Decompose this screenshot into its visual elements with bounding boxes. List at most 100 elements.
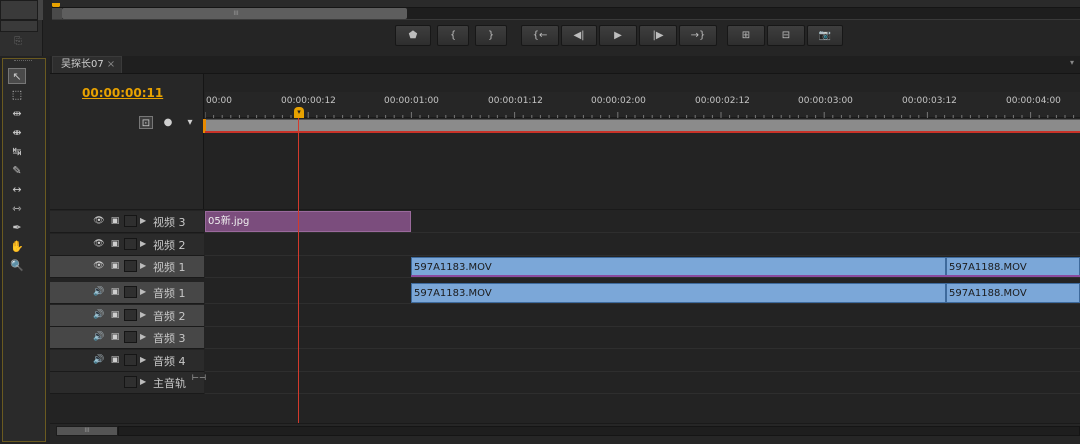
- track-lock-toggle[interactable]: [124, 354, 137, 366]
- ruler-label: 00:00:04:00: [1006, 96, 1061, 106]
- pen-tool[interactable]: ✒: [8, 220, 26, 236]
- scrollbar-left-handle[interactable]: [52, 8, 62, 19]
- slide-tool[interactable]: ⇿: [8, 201, 26, 217]
- ruler-label: 00:00: [206, 96, 232, 106]
- panel-grip[interactable]: [14, 60, 32, 63]
- step-back-button[interactable]: ◀|: [561, 25, 597, 46]
- ruler-label: 00:00:00:12: [281, 96, 336, 106]
- speaker-icon[interactable]: 🔊: [92, 332, 106, 342]
- master-output-icon[interactable]: ⊢⊣: [192, 373, 206, 382]
- expand-triangle-icon[interactable]: ▶: [140, 355, 148, 364]
- selection-tool[interactable]: ↖: [8, 68, 26, 84]
- set-marker-icon[interactable]: ▾: [183, 116, 197, 129]
- ripple-edit-tool[interactable]: ⇹: [8, 106, 26, 122]
- play-stop-button[interactable]: ▶: [599, 25, 637, 46]
- track-select-tool[interactable]: ⬚: [8, 87, 26, 103]
- clip-still-image[interactable]: 05新.jpg: [205, 211, 411, 232]
- playhead-icon[interactable]: ▾: [294, 107, 304, 118]
- track-lock-toggle[interactable]: [124, 260, 137, 272]
- mark-in-button[interactable]: {: [437, 25, 469, 46]
- track-name: 视频 1: [153, 261, 186, 274]
- step-forward-button[interactable]: |▶: [639, 25, 677, 46]
- track-name: 音频 3: [153, 332, 186, 345]
- expand-triangle-icon[interactable]: ▶: [140, 332, 148, 341]
- snap-icon[interactable]: ⊡: [139, 116, 153, 129]
- track-lock-toggle[interactable]: [124, 376, 137, 388]
- eye-icon[interactable]: 👁: [92, 261, 106, 271]
- eye-icon[interactable]: 👁: [92, 216, 106, 226]
- track-name: 音频 4: [153, 355, 186, 368]
- expand-triangle-icon[interactable]: ▶: [140, 287, 148, 296]
- monitor-quality-dropdown[interactable]: [0, 20, 38, 32]
- track-output-icon[interactable]: ▣: [109, 332, 121, 342]
- expand-triangle-icon[interactable]: ▶: [140, 216, 148, 225]
- expand-triangle-icon[interactable]: ▶: [140, 377, 148, 386]
- track-name: 音频 1: [153, 287, 186, 300]
- ruler-label: 00:00:01:00: [384, 96, 439, 106]
- rolling-edit-tool[interactable]: ⇼: [8, 125, 26, 141]
- timeline-scrollbar-track[interactable]: [118, 426, 1080, 436]
- clip-audio-mov[interactable]: 597A1188.MOV: [946, 283, 1080, 303]
- go-to-in-button[interactable]: {←: [521, 25, 559, 46]
- track-output-icon[interactable]: ▣: [109, 216, 121, 226]
- grip-icon: III: [84, 427, 90, 434]
- razor-tool[interactable]: ✎: [8, 163, 26, 179]
- current-timecode[interactable]: 00:00:00:11: [82, 86, 163, 100]
- speaker-icon[interactable]: 🔊: [92, 310, 106, 320]
- hand-tool[interactable]: ✋: [8, 239, 26, 255]
- track-output-icon[interactable]: ▣: [109, 355, 121, 365]
- expand-triangle-icon[interactable]: ▶: [140, 239, 148, 248]
- add-marker-button[interactable]: ⬟: [395, 25, 431, 46]
- tab-sequence[interactable]: 吴探长07 ×: [52, 56, 123, 73]
- slip-tool[interactable]: ↔: [8, 182, 26, 198]
- work-area-bar[interactable]: [205, 119, 1080, 131]
- export-icon[interactable]: ⎘: [10, 36, 26, 48]
- track-output-icon[interactable]: ▣: [109, 287, 121, 297]
- track-lane-master[interactable]: [205, 372, 1080, 394]
- track-lock-toggle[interactable]: [124, 309, 137, 321]
- track-lane-video[interactable]: [205, 234, 1080, 256]
- divider: [50, 209, 1080, 210]
- playhead-line[interactable]: [298, 107, 299, 424]
- track-lock-toggle[interactable]: [124, 286, 137, 298]
- track-lane-audio[interactable]: [205, 327, 1080, 349]
- track-lane-audio[interactable]: [205, 350, 1080, 372]
- track-output-icon[interactable]: ▣: [109, 310, 121, 320]
- tab-label: 吴探长07: [61, 59, 104, 70]
- eye-icon[interactable]: 👁: [92, 239, 106, 249]
- marker-icon[interactable]: ●: [161, 116, 175, 129]
- track-lock-toggle[interactable]: [124, 215, 137, 227]
- expand-triangle-icon[interactable]: ▶: [140, 310, 148, 319]
- track-lock-toggle[interactable]: [124, 331, 137, 343]
- lift-button[interactable]: ⊞: [727, 25, 765, 46]
- clip-video-mov[interactable]: 597A1188.MOV: [946, 257, 1080, 277]
- panel-menu-icon[interactable]: ▾: [1070, 58, 1080, 68]
- clip-audio-mov[interactable]: 597A1183.MOV: [411, 283, 946, 303]
- rate-stretch-tool[interactable]: ↹: [8, 144, 26, 160]
- monitor-zoom-dropdown[interactable]: [0, 0, 38, 20]
- speaker-icon[interactable]: 🔊: [92, 287, 106, 297]
- zoom-tool[interactable]: 🔍: [8, 258, 26, 274]
- track-output-icon[interactable]: ▣: [109, 239, 121, 249]
- close-icon[interactable]: ×: [107, 59, 115, 70]
- ruler-label: 00:00:03:12: [902, 96, 957, 106]
- track-name: 视频 2: [153, 239, 186, 252]
- track-lock-toggle[interactable]: [124, 238, 137, 250]
- clip-video-mov[interactable]: 597A1183.MOV: [411, 257, 946, 277]
- chevron-down-icon[interactable]: [38, 0, 43, 20]
- ruler-label: 00:00:03:00: [798, 96, 853, 106]
- export-frame-button[interactable]: 📷: [807, 25, 843, 46]
- timeline-tab-bar: [50, 56, 1080, 74]
- clip-link-bar: [411, 275, 1080, 277]
- monitor-time-ruler[interactable]: [52, 0, 1080, 7]
- extract-button[interactable]: ⊟: [767, 25, 805, 46]
- track-lane-audio[interactable]: [205, 305, 1080, 327]
- ruler-label: 00:00:01:12: [488, 96, 543, 106]
- ruler-label: 00:00:02:00: [591, 96, 646, 106]
- track-output-icon[interactable]: ▣: [109, 261, 121, 271]
- expand-triangle-icon[interactable]: ▶: [140, 261, 148, 270]
- mark-out-button[interactable]: }: [475, 25, 507, 46]
- go-to-out-button[interactable]: →}: [679, 25, 717, 46]
- speaker-icon[interactable]: 🔊: [92, 355, 106, 365]
- monitor-playhead-icon[interactable]: [52, 0, 60, 10]
